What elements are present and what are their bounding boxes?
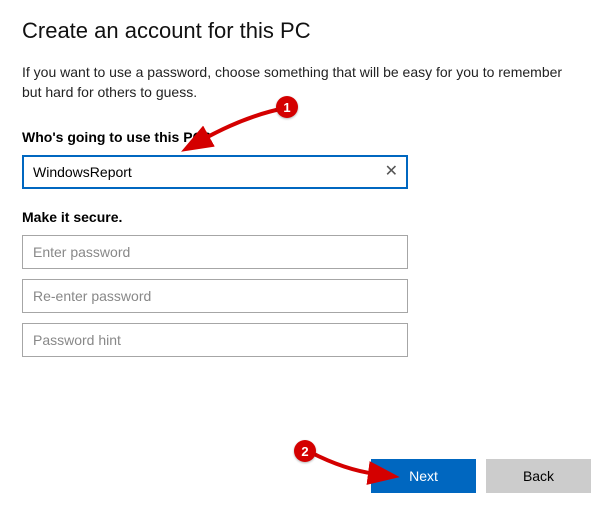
- secure-label: Make it secure.: [22, 209, 591, 225]
- back-button[interactable]: Back: [486, 459, 591, 493]
- password-field-wrap: [22, 235, 408, 269]
- button-bar: Next Back: [371, 459, 591, 493]
- password-input[interactable]: [22, 235, 408, 269]
- username-field-wrap: ✕: [22, 155, 408, 189]
- page-title: Create an account for this PC: [22, 18, 591, 44]
- next-button[interactable]: Next: [371, 459, 476, 493]
- confirm-password-input[interactable]: [22, 279, 408, 313]
- confirm-password-field-wrap: [22, 279, 408, 313]
- hint-field-wrap: [22, 323, 408, 357]
- page-description: If you want to use a password, choose so…: [22, 62, 582, 103]
- clear-icon[interactable]: ✕: [381, 160, 402, 184]
- annotation-1: 1: [190, 96, 310, 156]
- username-label: Who's going to use this PC?: [22, 129, 591, 145]
- username-input[interactable]: [22, 155, 408, 189]
- annotation-badge-2: 2: [294, 440, 316, 462]
- password-hint-input[interactable]: [22, 323, 408, 357]
